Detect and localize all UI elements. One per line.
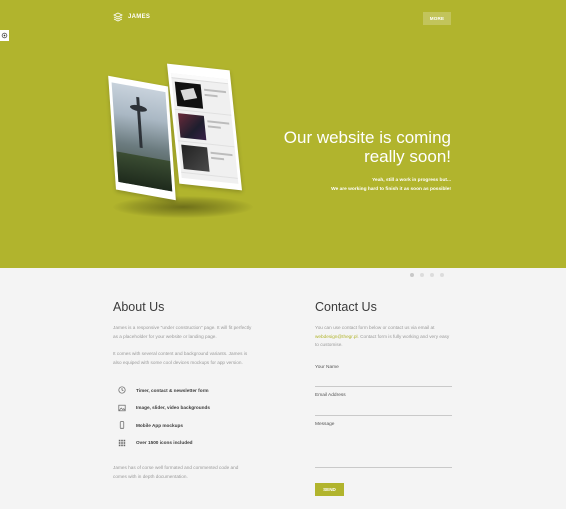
feature-item: Mobile App mockups <box>113 416 253 434</box>
contact-section: Contact Us You can use contact form belo… <box>315 300 452 496</box>
about-paragraph: James has of corse well formated and com… <box>113 465 239 479</box>
gear-icon <box>1 32 8 39</box>
email-field[interactable]: Email Address <box>315 387 452 416</box>
feature-list: Timer, contact & newsletter form Image, … <box>113 381 253 451</box>
album-art <box>177 113 207 141</box>
stack-logo-icon <box>113 12 123 22</box>
mobile-icon <box>117 421 126 430</box>
logo-text: JAMES <box>128 14 151 20</box>
album-art <box>181 144 210 172</box>
about-section: About Us James is a responsive "under co… <box>113 300 253 491</box>
contact-intro: You can use contact form below or contac… <box>315 325 450 348</box>
send-button[interactable]: SEND <box>315 482 344 496</box>
about-paragraph: It comes with several content and backgr… <box>113 351 248 365</box>
message-label: Message <box>315 421 335 427</box>
name-label: Your Name <box>315 364 339 370</box>
logo[interactable]: JAMES <box>113 12 150 22</box>
phone-music-app <box>167 63 242 191</box>
hero-headline: Our website is coming really soon! <box>283 128 451 166</box>
email-link[interactable]: webdesign@thegr.pl <box>315 334 358 339</box>
slider-dot[interactable] <box>440 273 444 277</box>
slider-dot[interactable] <box>410 273 414 277</box>
feature-item: Image, slider, video backgrounds <box>113 399 253 417</box>
city-photo <box>111 82 173 192</box>
more-button[interactable]: MORE <box>423 12 451 25</box>
slider-dot[interactable] <box>430 273 434 277</box>
grid-icon <box>117 438 126 447</box>
message-field[interactable]: Message <box>315 416 452 468</box>
contact-title: Contact Us <box>315 300 377 314</box>
about-paragraph: James is a responsive "under constructio… <box>113 325 252 339</box>
clock-icon <box>117 386 126 395</box>
hero-section: JAMES MORE Our website is coming really … <box>0 0 566 268</box>
album-art <box>174 81 204 109</box>
email-label: Email Address <box>315 393 346 399</box>
slider-dot[interactable] <box>420 273 424 277</box>
image-icon <box>117 403 126 412</box>
feature-item: Over 1500 icons included <box>113 434 253 452</box>
name-field[interactable]: Your Name <box>315 359 452 388</box>
phone-city <box>108 75 176 201</box>
settings-toggle[interactable] <box>0 30 9 41</box>
feature-item: Timer, contact & newsletter form <box>113 381 253 399</box>
hero-subline: Yeah, still a work in progress but... We… <box>331 178 451 192</box>
slider-dots <box>410 273 444 277</box>
about-title: About Us <box>113 300 165 314</box>
